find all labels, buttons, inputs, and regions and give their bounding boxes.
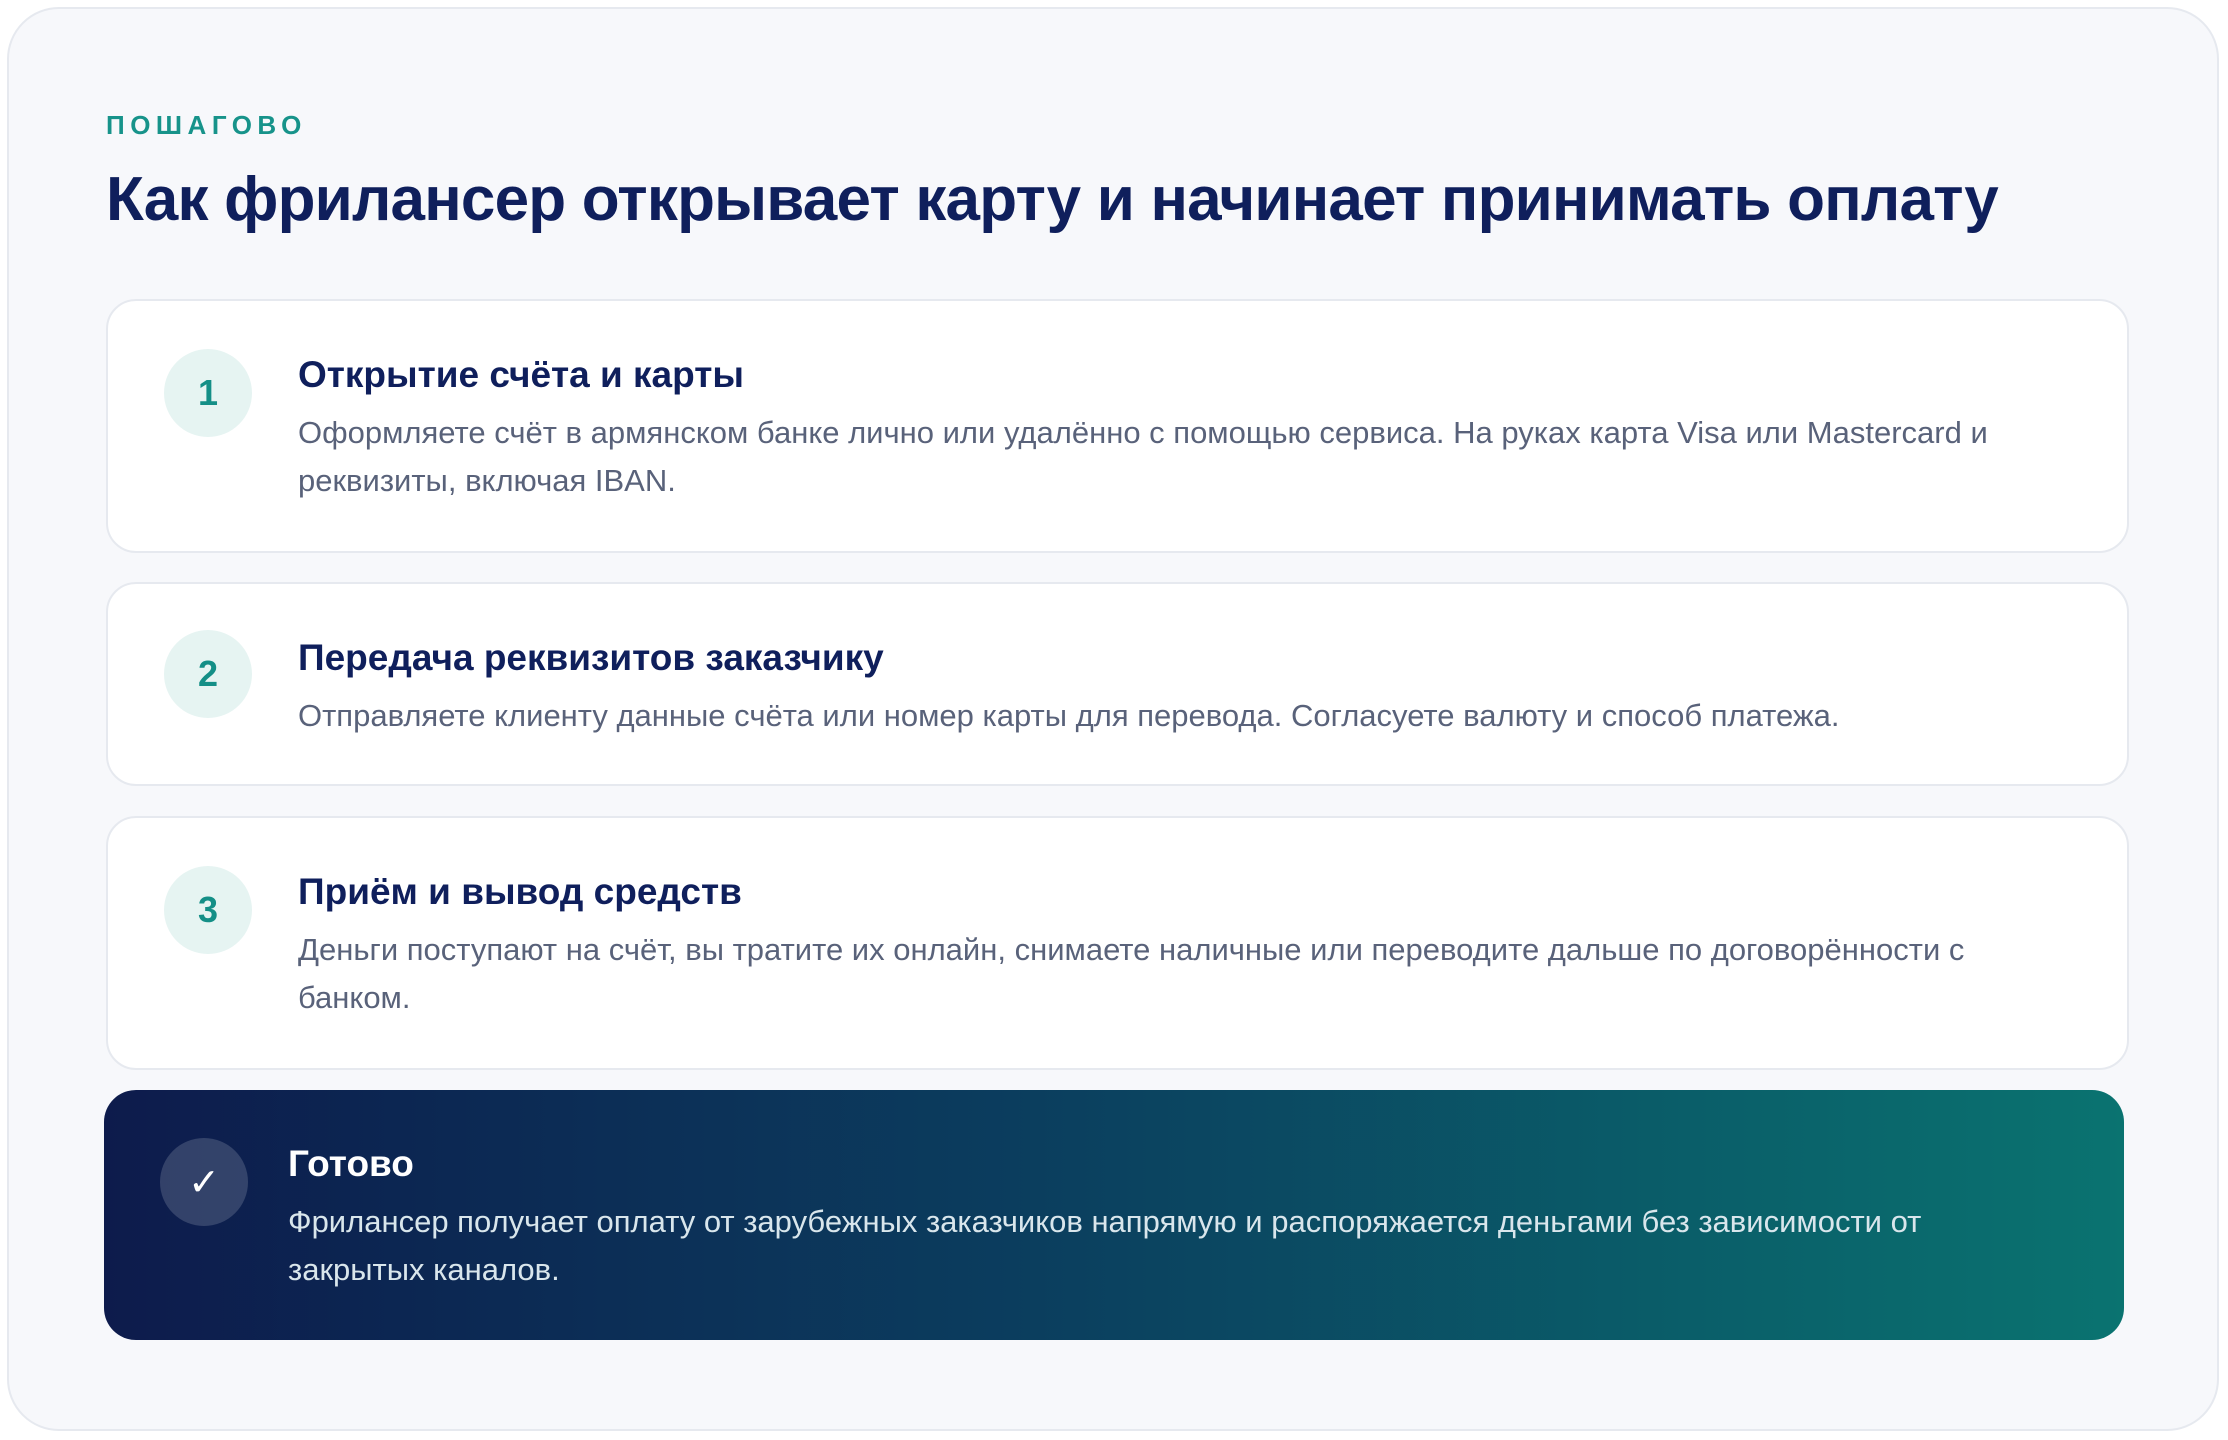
result-card: ✓ Готово Фрилансер получает оплату от за… [104, 1090, 2124, 1340]
section-eyebrow: ПОШАГОВО [106, 110, 307, 140]
step-description: Оформляете счёт в армянском банке лично … [298, 415, 1988, 498]
step-number-badge: 1 [164, 349, 252, 437]
section-title: Как фрилансер открывает карту и начинает… [106, 165, 1999, 234]
step-card-1: 1 Открытие счёта и карты Оформляете счёт… [106, 299, 2129, 553]
step-card-2: 2 Передача реквизитов заказчику Отправля… [106, 582, 2129, 786]
step-title: Передача реквизитов заказчику [298, 637, 884, 678]
check-icon: ✓ [160, 1138, 248, 1226]
step-description: Отправляете клиенту данные счёта или ном… [298, 698, 1840, 733]
step-number-badge: 2 [164, 630, 252, 718]
step-description: Деньги поступают на счёт, вы тратите их … [298, 932, 1965, 1015]
step-title: Открытие счёта и карты [298, 354, 744, 395]
result-description: Фрилансер получает оплату от зарубежных … [288, 1204, 1922, 1287]
step-number-badge: 3 [164, 866, 252, 954]
result-title: Готово [288, 1143, 414, 1184]
step-title: Приём и вывод средств [298, 871, 742, 912]
step-card-3: 3 Приём и вывод средств Деньги поступают… [106, 816, 2129, 1070]
